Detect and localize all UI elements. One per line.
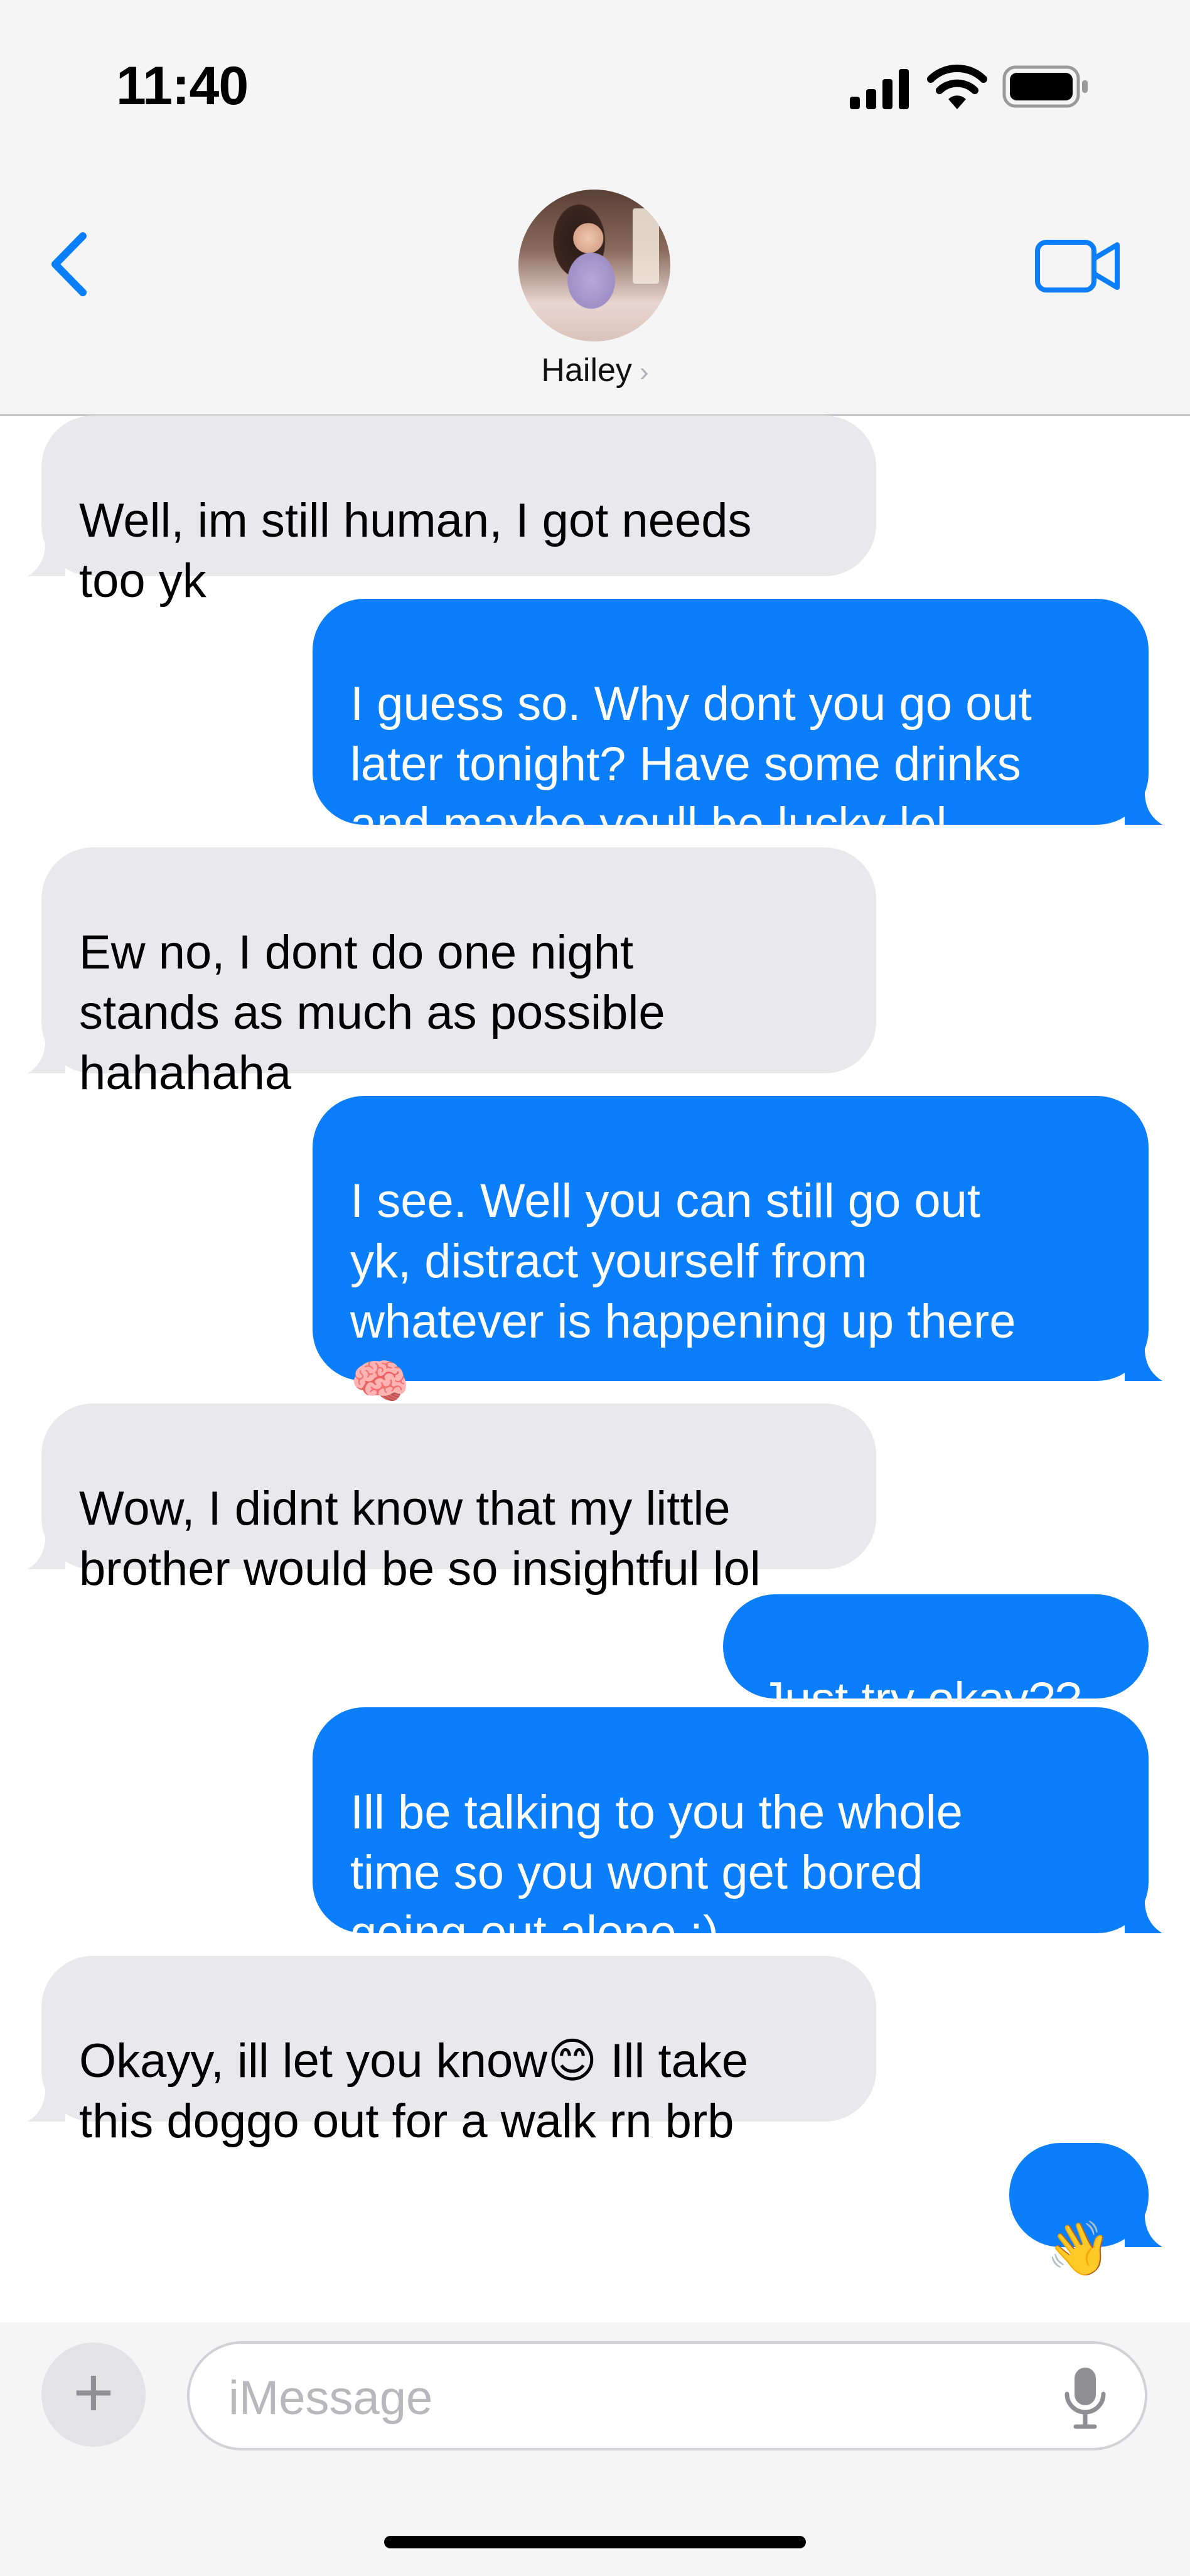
battery-icon	[1002, 65, 1088, 108]
contact-name-button[interactable]: Hailey ›	[0, 352, 1190, 389]
outgoing-message-bubble[interactable]: Ill be talking to you the whole time so …	[313, 1707, 1149, 1960]
incoming-bubble-tail	[28, 540, 65, 576]
message-text: Ew no, I dont do one night stands as muc…	[79, 926, 665, 1100]
home-indicator[interactable]	[384, 2536, 806, 2548]
add-attachment-button[interactable]: +	[41, 2343, 146, 2447]
plus-icon: +	[73, 2353, 114, 2432]
imessage-input[interactable]	[227, 2369, 1046, 2427]
incoming-message-bubble[interactable]: Wow, I didnt know that my little brother…	[41, 1403, 876, 1596]
outgoing-message-bubble[interactable]: I guess so. Why dont you go out later to…	[313, 599, 1149, 851]
imessage-input-container[interactable]	[187, 2341, 1147, 2450]
outgoing-bubble-tail	[1125, 788, 1162, 825]
outgoing-bubble-tail	[1125, 2211, 1162, 2247]
microphone-icon[interactable]	[1063, 2365, 1107, 2430]
message-text: Okayy, ill let you know😊 Ill take this d…	[79, 2034, 749, 2148]
message-text: Well, im still human, I got needs too yk	[79, 494, 752, 608]
outgoing-message-bubble[interactable]: Just try okay??	[723, 1594, 1149, 1726]
status-time: 11:40	[116, 56, 249, 116]
signal-icon	[850, 69, 909, 109]
video-call-icon[interactable]	[1034, 237, 1122, 295]
outgoing-bubble-tail	[1125, 1897, 1162, 1933]
incoming-bubble-tail	[28, 1533, 65, 1569]
incoming-bubble-tail	[28, 1037, 65, 1073]
incoming-message-bubble[interactable]: Okayy, ill let you know😊 Ill take this d…	[41, 1956, 876, 2148]
message-text: 👋	[1046, 2218, 1112, 2279]
incoming-bubble-tail	[28, 2085, 65, 2122]
contact-name: Hailey	[541, 352, 632, 389]
outgoing-bubble-tail	[1125, 1344, 1162, 1381]
incoming-message-bubble[interactable]: Ew no, I dont do one night stands as muc…	[41, 847, 876, 1100]
contact-avatar[interactable]	[518, 190, 670, 341]
message-text: Wow, I didnt know that my little brother…	[79, 1482, 761, 1596]
back-chevron-icon[interactable]	[45, 230, 95, 299]
wifi-icon	[927, 64, 987, 109]
message-text: I see. Well you can still go out yk, dis…	[350, 1174, 1016, 1409]
chevron-right-icon: ›	[639, 357, 649, 387]
incoming-message-bubble[interactable]: Well, im still human, I got needs too yk	[41, 416, 876, 608]
message-text: I guess so. Why dont you go out later to…	[350, 677, 1032, 851]
message-text: Ill be talking to you the whole time so …	[350, 1786, 963, 1960]
outgoing-message-bubble[interactable]: I see. Well you can still go out yk, dis…	[313, 1096, 1149, 1409]
